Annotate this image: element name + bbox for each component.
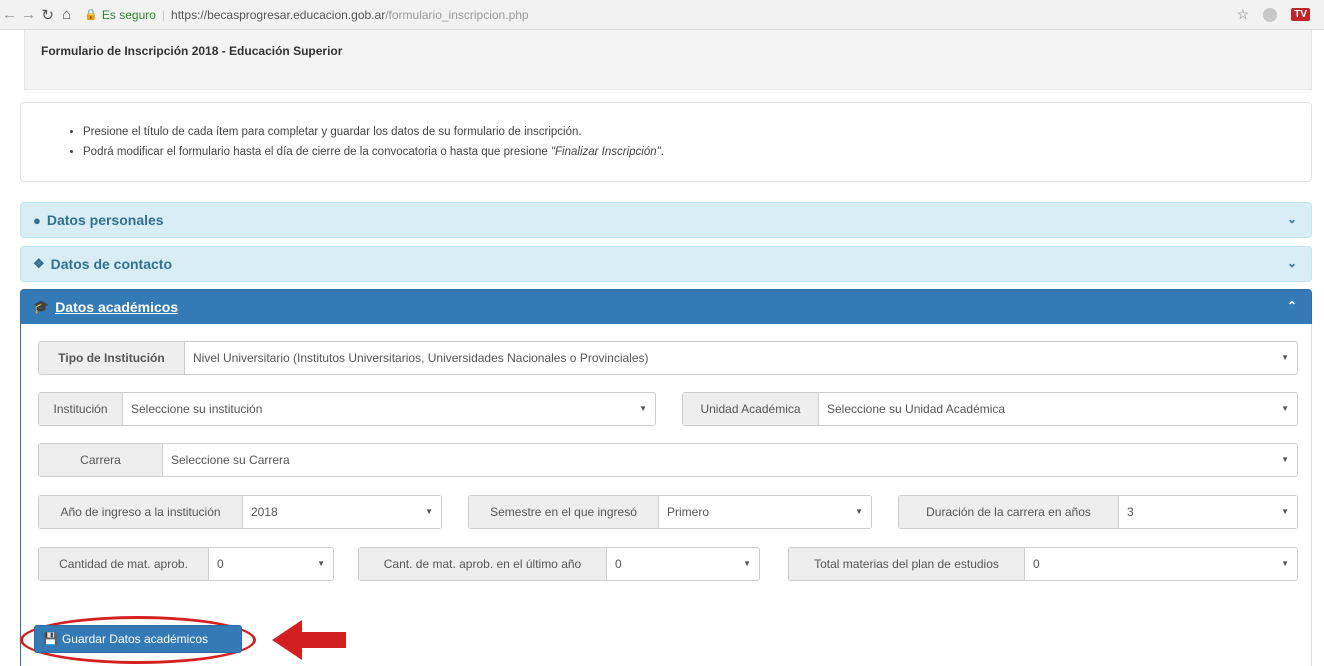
total-materias-select[interactable]: Total materias del plan de estudios 0 ▼ — [788, 547, 1298, 581]
info-item: Presione el título de cada ítem para com… — [83, 122, 664, 142]
tv-extension-badge[interactable]: TV — [1291, 8, 1310, 21]
total-materias-value: 0 ▼ — [1025, 548, 1297, 580]
cantidad-materias-value: 0 ▼ — [209, 548, 333, 580]
extension-icon[interactable] — [1263, 7, 1278, 22]
info-item: Podrá modificar el formulario hasta el d… — [83, 142, 664, 162]
semestre-ingreso-value: Primero ▼ — [659, 496, 871, 528]
institucion-label: Institución — [39, 393, 123, 425]
caret-down-icon: ▼ — [639, 404, 647, 413]
info-text-end: . — [660, 146, 664, 158]
url-path: /formulario_inscripcion.php — [385, 7, 529, 22]
cant-ultimo-anio-text: 0 — [615, 557, 622, 571]
unidad-academica-text: Seleccione su Unidad Académica — [827, 402, 1006, 416]
tipo-institucion-value: Nivel Universitario (Institutos Universi… — [185, 342, 1297, 374]
url-text: https://becasprogresar.educacion.gob.ar/… — [171, 8, 529, 22]
back-icon[interactable]: ← — [0, 6, 19, 23]
caret-down-icon: ▼ — [425, 507, 433, 516]
panel-datos-academicos[interactable]: 🎓 Datos académicos ⌃ — [20, 289, 1312, 325]
tipo-institucion-select[interactable]: Tipo de Institución Nivel Universitario … — [38, 341, 1298, 375]
panel-title: Datos personales — [46, 212, 164, 228]
carrera-label: Carrera — [39, 444, 163, 476]
duracion-carrera-text: 3 — [1127, 505, 1134, 519]
url-domain: https://becasprogresar.educacion.gob.ar — [171, 7, 386, 22]
home-icon[interactable]: ⌂ — [57, 6, 76, 23]
graduation-cap-icon: 🎓 — [33, 299, 50, 314]
user-icon: ● — [33, 212, 41, 228]
institucion-value: Seleccione su institución ▼ — [123, 393, 655, 425]
caret-down-icon: ▼ — [1281, 507, 1289, 516]
star-icon[interactable]: ☆ — [1237, 6, 1250, 23]
cant-ultimo-anio-label: Cant. de mat. aprob. en el último año — [359, 548, 607, 580]
caret-down-icon: ▼ — [1281, 455, 1289, 464]
info-list: Presione el título de cada ítem para com… — [83, 122, 664, 162]
total-materias-text: 0 — [1033, 557, 1040, 571]
red-arrow-icon — [272, 620, 346, 660]
caret-down-icon: ▼ — [317, 559, 325, 568]
reload-icon[interactable]: ↻ — [38, 6, 57, 24]
caret-down-icon: ▼ — [1281, 353, 1289, 362]
semestre-ingreso-label: Semestre en el que ingresó — [469, 496, 659, 528]
anio-ingreso-text: 2018 — [251, 505, 278, 519]
tipo-institucion-text: Nivel Universitario (Institutos Universi… — [193, 351, 649, 365]
cantidad-materias-text: 0 — [217, 557, 224, 571]
cant-ultimo-anio-select[interactable]: Cant. de mat. aprob. en el último año 0 … — [358, 547, 760, 581]
toolbar-actions: ☆ TV — [1237, 6, 1310, 23]
duracion-carrera-value: 3 ▼ — [1119, 496, 1297, 528]
cantidad-materias-select[interactable]: Cantidad de mat. aprob. 0 ▼ — [38, 547, 334, 581]
guardar-datos-academicos-button[interactable]: 💾 Guardar Datos académicos — [34, 625, 242, 653]
carrera-select[interactable]: Carrera Seleccione su Carrera ▼ — [38, 443, 1298, 477]
finalizar-inscripcion-text: "Finalizar Inscripción" — [550, 146, 661, 158]
panel-datos-personales[interactable]: ● Datos personales ⌄ — [20, 202, 1312, 238]
panel-datos-contacto[interactable]: ❖ Datos de contacto ⌄ — [20, 246, 1312, 282]
unidad-academica-select[interactable]: Unidad Académica Seleccione su Unidad Ac… — [682, 392, 1298, 426]
semestre-ingreso-select[interactable]: Semestre en el que ingresó Primero ▼ — [468, 495, 872, 529]
caret-down-icon: ▼ — [855, 507, 863, 516]
chevron-up-icon: ⌃ — [1286, 299, 1297, 313]
cant-ultimo-anio-value: 0 ▼ — [607, 548, 759, 580]
save-icon: 💾 — [43, 632, 58, 646]
forward-icon[interactable]: → — [19, 6, 38, 23]
unidad-academica-label: Unidad Académica — [683, 393, 819, 425]
institucion-select[interactable]: Institución Seleccione su institución ▼ — [38, 392, 656, 426]
save-button-label: Guardar Datos académicos — [61, 632, 209, 646]
unidad-academica-value: Seleccione su Unidad Académica ▼ — [819, 393, 1297, 425]
secure-label: Es seguro — [101, 7, 156, 22]
info-box: Presione el título de cada ítem para com… — [20, 102, 1312, 182]
panel-title: Datos de contacto — [50, 256, 173, 272]
page-header: Formulario de Inscripción 2018 - Educaci… — [24, 30, 1312, 90]
carrera-value: Seleccione su Carrera ▼ — [163, 444, 1297, 476]
omnibox-separator: | — [161, 7, 166, 22]
anio-ingreso-value: 2018 ▼ — [243, 496, 441, 528]
anio-ingreso-label: Año de ingreso a la institución — [39, 496, 243, 528]
institucion-text: Seleccione su institución — [131, 402, 263, 416]
lock-icon: 🔒 — [84, 9, 98, 21]
duracion-carrera-select[interactable]: Duración de la carrera en años 3 ▼ — [898, 495, 1298, 529]
carrera-text: Seleccione su Carrera — [171, 453, 290, 467]
duracion-carrera-label: Duración de la carrera en años — [899, 496, 1119, 528]
chevron-down-icon: ⌄ — [1286, 256, 1297, 270]
browser-toolbar: ← → ↻ ⌂ 🔒 Es seguro | https://becasprogr… — [0, 0, 1324, 30]
caret-down-icon: ▼ — [743, 559, 751, 568]
panel-title: Datos académicos — [55, 299, 179, 315]
cantidad-materias-label: Cantidad de mat. aprob. — [39, 548, 209, 580]
caret-down-icon: ▼ — [1281, 559, 1289, 568]
address-bar[interactable]: 🔒 Es seguro | https://becasprogresar.edu… — [84, 4, 1236, 26]
info-text: Podrá modificar el formulario hasta el d… — [83, 146, 551, 158]
anio-ingreso-select[interactable]: Año de ingreso a la institución 2018 ▼ — [38, 495, 442, 529]
semestre-ingreso-text: Primero — [667, 505, 710, 519]
caret-down-icon: ▼ — [1281, 404, 1289, 413]
info-icon: ❖ — [33, 256, 45, 271]
chevron-down-icon: ⌄ — [1286, 212, 1297, 226]
page-title: Formulario de Inscripción 2018 - Educaci… — [41, 44, 343, 58]
tipo-institucion-label: Tipo de Institución — [39, 342, 185, 374]
total-materias-label: Total materias del plan de estudios — [789, 548, 1025, 580]
